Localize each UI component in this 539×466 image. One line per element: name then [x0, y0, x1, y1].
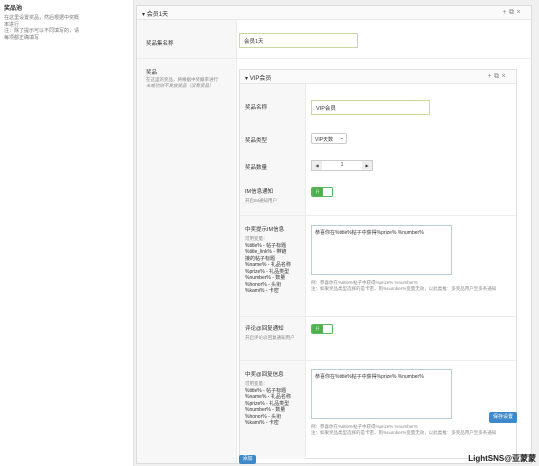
im-notify-toggle[interactable]: 开: [311, 187, 333, 197]
prize-type-label: 奖品类型: [245, 138, 268, 144]
prize-label: 奖品: [146, 70, 158, 76]
chevron-down-icon: ⌄: [339, 135, 344, 141]
chevron-down-icon[interactable]: ▾: [142, 12, 145, 18]
prize-description: 在这里的奖品，将根据中奖概率进行 未成功则不发放奖品（没有奖品）: [146, 77, 218, 88]
reply-notify-label: 评论@回复通知: [245, 326, 284, 332]
save-settings-button[interactable]: 保存设置: [489, 412, 517, 423]
prize-type-select[interactable]: VIP天数 ⌄: [311, 133, 347, 144]
close-icon[interactable]: ×: [500, 73, 507, 80]
reply-notify-hint: 开启评论@回复通知用户: [245, 335, 295, 340]
panel-tools: + ⧉ ×: [501, 9, 522, 16]
im-notify-label: IM信息通知: [245, 189, 274, 195]
prize-set-name-label: 奖品集名称: [146, 41, 174, 47]
watermark: LightSNS@亚蒙蒙: [468, 454, 536, 463]
prize-name-input[interactable]: VIP会员: [311, 100, 430, 115]
prize-item-panel: ▾ VIP会员 + ⧉ × 奖品名称 VIP会员 奖品类型 VIP天数 ⌄ 奖品数量 …: [239, 69, 517, 459]
move-icon[interactable]: +: [501, 9, 508, 16]
reply-message-label: 中奖@回复信息: [245, 372, 284, 378]
reply-variables-list: 可用变量： %title% - 帖子标题 %name% - 礼品名称 %priz…: [245, 381, 291, 426]
add-button[interactable]: 添加: [239, 455, 256, 464]
prize-set-title: 会员1天: [146, 12, 169, 18]
prize-item-header: ▾ VIP会员 + ⧉ ×: [240, 70, 516, 84]
im-message-label: 中奖提示IM信息: [245, 227, 285, 233]
prize-count-value[interactable]: 1: [322, 161, 362, 170]
move-icon[interactable]: +: [486, 73, 493, 80]
prize-name-label: 奖品名称: [245, 105, 268, 111]
divider: [240, 360, 516, 361]
prize-count-stepper[interactable]: ◀ 1 ▶: [311, 160, 373, 171]
decrement-button[interactable]: ◀: [312, 161, 322, 170]
section-description: 在这里设置奖品，然后根据中奖概率进行 注：除了提示可以不同填写的，请每项都正确填写: [4, 15, 80, 41]
main-area: ▾ 会员1天 + ⧉ × 奖品集名称 会员1天 奖品 在这里的奖品，将根据中奖概率进…: [134, 0, 539, 466]
reply-message-example: 例：恭喜你在%title%帖子中获得%prize% %number% 注：如果奖品…: [311, 424, 497, 435]
reply-message-textarea[interactable]: 恭喜你在%title%帖子中获得%prize% %number%: [311, 369, 452, 419]
im-variables-list: 可用变量： %title% - 帖子标题 %title_link% - 带链 接…: [245, 236, 291, 294]
prize-item-title: VIP会员: [249, 76, 272, 82]
close-icon[interactable]: ×: [515, 9, 522, 16]
prize-set-header: ▾ 会员1天 + ⧉ ×: [137, 6, 531, 20]
section-title: 奖品池: [4, 6, 23, 12]
chevron-down-icon[interactable]: ▾: [245, 76, 248, 82]
im-notify-hint: 开启IM通知用户: [245, 198, 277, 203]
prize-count-label: 奖品数量: [245, 165, 268, 171]
divider: [137, 58, 531, 59]
im-message-textarea[interactable]: 恭喜你在%title%帖子中获得%prize% %number%: [311, 225, 452, 275]
copy-icon[interactable]: ⧉: [508, 9, 515, 16]
divider: [240, 316, 516, 317]
increment-button[interactable]: ▶: [362, 161, 372, 170]
prize-set-name-input[interactable]: 会员1天: [239, 33, 358, 48]
divider: [240, 215, 516, 216]
left-sidebar: 奖品池 在这里设置奖品，然后根据中奖概率进行 注：除了提示可以不同填写的，请每项都…: [0, 0, 134, 466]
item-tools: + ⧉ ×: [486, 73, 507, 80]
reply-notify-toggle[interactable]: 开: [311, 324, 333, 334]
im-message-example: 例：恭喜你在%title%帖子中获得%prize% %number% 注：如果奖品…: [311, 280, 497, 291]
prize-set-panel: ▾ 会员1天 + ⧉ × 奖品集名称 会员1天 奖品 在这里的奖品，将根据中奖概率进…: [136, 5, 532, 464]
copy-icon[interactable]: ⧉: [493, 73, 500, 80]
